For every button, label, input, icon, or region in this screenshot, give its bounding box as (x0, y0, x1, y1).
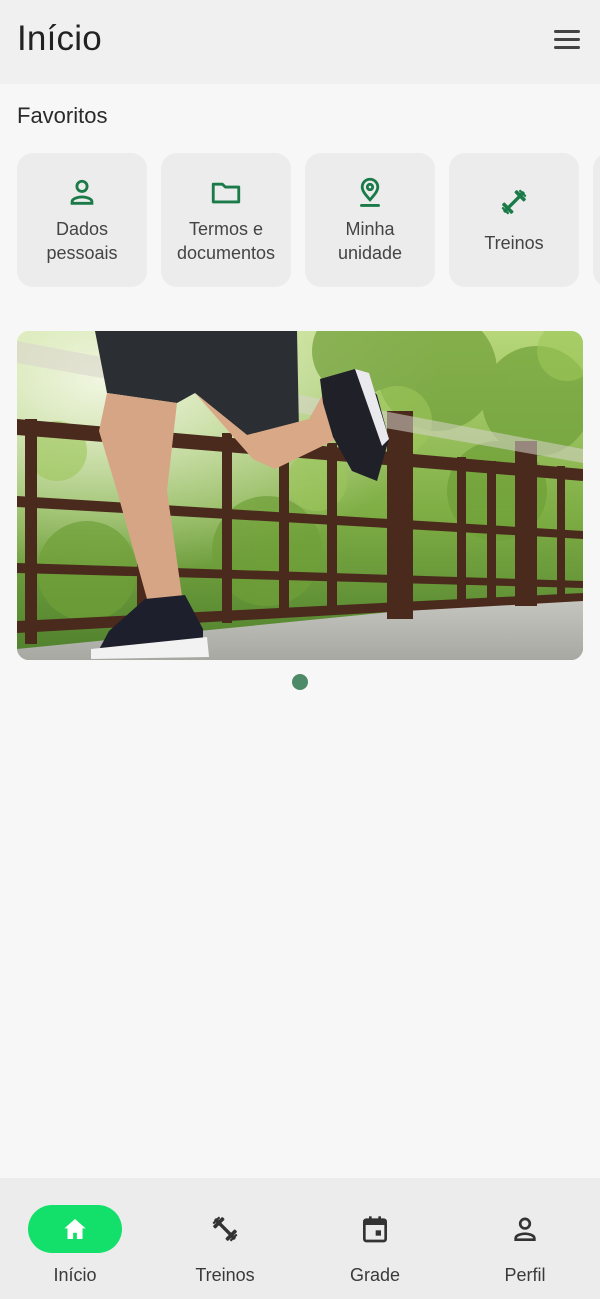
person-icon (514, 1217, 536, 1241)
nav-item-grade[interactable]: Grade (300, 1178, 450, 1299)
favorites-title: Favoritos (17, 103, 108, 128)
person-icon (70, 179, 94, 205)
favorite-label: Treinos (484, 233, 544, 253)
runner-photo (17, 331, 583, 660)
nav-label: Treinos (195, 1265, 255, 1285)
home-icon (64, 1219, 86, 1239)
nav-icon-wrap (478, 1205, 572, 1253)
favorite-label: Dados pessoais (46, 219, 118, 263)
favorites-row[interactable]: Dados pessoais Termos e documentos Minha… (17, 153, 600, 287)
location-pin-icon (360, 177, 380, 207)
nav-active-indicator (28, 1205, 122, 1253)
page-title: Início (17, 19, 102, 58)
nav-item-treinos[interactable]: Treinos (150, 1178, 300, 1299)
app-bar: Início (0, 0, 600, 84)
hamburger-menu-icon[interactable] (551, 23, 583, 55)
carousel-indicator (0, 674, 600, 691)
carousel-dot-active[interactable] (292, 674, 308, 690)
favorite-label: Minha unidade (337, 219, 403, 263)
favorite-dados-pessoais[interactable]: Dados pessoais (17, 153, 147, 287)
favorite-label: Termos e documentos (176, 219, 276, 263)
nav-label: Início (53, 1265, 97, 1285)
favorite-minha-unidade[interactable]: Minha unidade (305, 153, 435, 287)
calendar-icon (363, 1216, 387, 1243)
nav-item-inicio[interactable]: Início (0, 1178, 150, 1299)
nav-icon-wrap (328, 1205, 422, 1253)
banner-image[interactable] (17, 331, 583, 660)
favorite-treinos[interactable]: Treinos (449, 153, 579, 287)
favorite-termos-documentos[interactable]: Termos e documentos (161, 153, 291, 287)
nav-label: Grade (349, 1265, 401, 1285)
dumbbell-icon (501, 189, 527, 215)
nav-icon-wrap (178, 1205, 272, 1253)
folder-icon (211, 182, 241, 204)
dumbbell-icon (212, 1216, 238, 1242)
bottom-navigation: Início Treinos Grade Perfil (0, 1178, 600, 1299)
nav-label: Perfil (504, 1265, 546, 1285)
nav-item-perfil[interactable]: Perfil (450, 1178, 600, 1299)
favorite-card-partial[interactable] (593, 153, 600, 287)
